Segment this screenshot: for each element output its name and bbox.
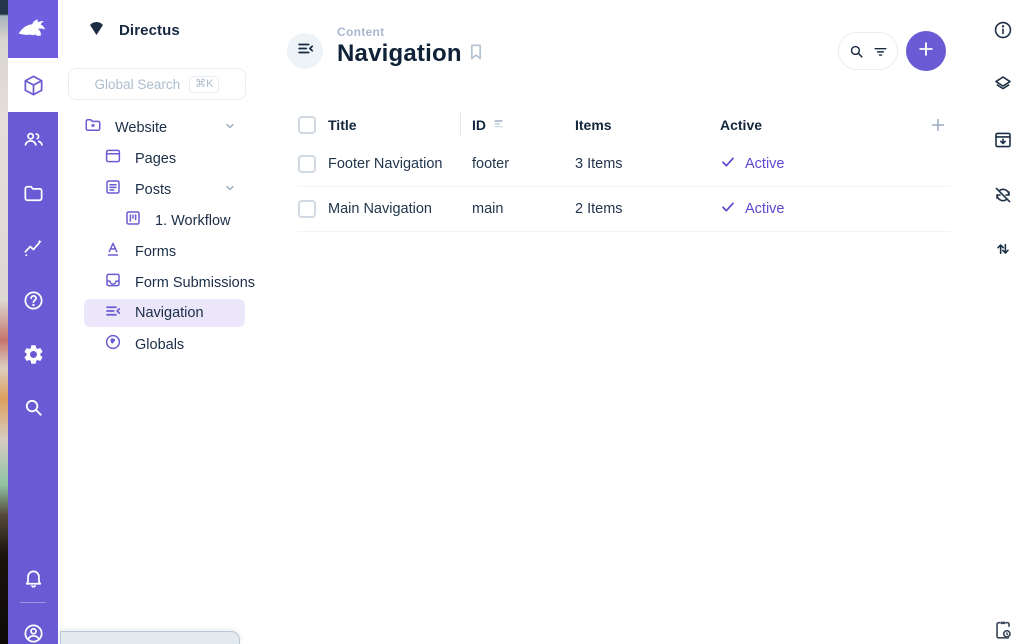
page-heading: Content Navigation	[337, 25, 462, 68]
row-checkbox[interactable]	[298, 155, 316, 173]
check-icon	[720, 154, 736, 175]
layers-icon[interactable]	[993, 74, 1014, 95]
module-files[interactable]	[8, 166, 58, 220]
cell-active: Active	[720, 199, 920, 220]
items-table: Title ID Items Active	[298, 108, 950, 232]
module-bar-divider	[20, 602, 46, 603]
chevron-down-icon[interactable]	[224, 119, 236, 137]
nav-sidebar: Directus Global Search ⌘K Website	[58, 0, 280, 644]
page-title: Navigation	[337, 40, 462, 68]
module-settings[interactable]	[8, 327, 58, 381]
tree-item-forms[interactable]: Forms	[84, 236, 245, 267]
main-content: Content Navigation	[280, 0, 978, 644]
column-header-items[interactable]: Items	[575, 117, 720, 133]
sync-disabled-icon[interactable]	[993, 185, 1014, 206]
tree-item-pages[interactable]: Pages	[84, 143, 245, 174]
directus-app-window: Directus Global Search ⌘K Website	[0, 0, 1028, 644]
filter-icon[interactable]	[872, 43, 889, 60]
collection-tree: Website Pages	[58, 112, 280, 360]
module-insights[interactable]	[8, 220, 58, 274]
cell-items: 2 Items	[575, 201, 720, 217]
cell-items: 3 Items	[575, 156, 720, 172]
tree-item-posts[interactable]: Posts	[84, 174, 245, 205]
archive-download-icon[interactable]	[993, 130, 1014, 151]
swap-vert-icon[interactable]	[993, 239, 1014, 260]
menu-open-icon	[296, 39, 315, 63]
tree-item-navigation[interactable]: Navigation	[84, 299, 245, 327]
users-icon	[22, 128, 45, 151]
help-icon	[22, 289, 45, 312]
project-name: Directus	[119, 22, 180, 39]
chevron-down-icon[interactable]	[224, 181, 236, 199]
info-icon[interactable]	[993, 20, 1014, 41]
cell-title: Footer Navigation	[328, 156, 472, 172]
module-help[interactable]	[8, 273, 58, 327]
module-bar	[8, 0, 58, 644]
global-search-box[interactable]: Global Search ⌘K	[68, 68, 246, 100]
inbox-icon	[104, 271, 122, 294]
select-all-checkbox[interactable]	[298, 116, 316, 134]
collection-icon-button[interactable]	[287, 33, 323, 69]
clipboard-clock-icon[interactable]	[992, 619, 1014, 641]
account-button[interactable]	[8, 606, 58, 644]
column-header-active[interactable]: Active	[720, 117, 920, 133]
module-users[interactable]	[8, 112, 58, 166]
cell-active: Active	[720, 154, 920, 175]
add-column-button[interactable]	[920, 115, 950, 135]
check-icon	[720, 199, 736, 220]
search-filter-pill	[838, 32, 898, 70]
search-icon[interactable]	[848, 43, 865, 60]
table-row-footer-navigation[interactable]: Footer Navigation footer 3 Items Active	[298, 142, 950, 187]
window-icon	[104, 147, 122, 170]
box-icon	[22, 74, 45, 97]
breadcrumb-module: Content	[337, 25, 462, 39]
folder-star-icon	[84, 116, 102, 139]
project-header[interactable]: Directus	[58, 0, 280, 60]
table-row-main-navigation[interactable]: Main Navigation main 2 Items Active	[298, 187, 950, 232]
row-checkbox[interactable]	[298, 200, 316, 218]
bell-icon	[22, 567, 45, 590]
article-icon	[104, 178, 122, 201]
column-header-title[interactable]: Title	[328, 117, 472, 133]
letter-a-icon	[104, 240, 122, 263]
gear-icon	[22, 343, 45, 366]
column-header-id[interactable]: ID	[472, 116, 575, 134]
tree-item-website[interactable]: Website	[84, 112, 245, 143]
module-content[interactable]	[8, 58, 58, 112]
plus-icon	[916, 39, 936, 64]
account-circle-icon	[22, 622, 45, 644]
column-resize-divider[interactable]	[460, 112, 461, 137]
menu-open-icon	[104, 302, 122, 325]
cell-id: footer	[472, 156, 575, 172]
tree-item-form-submissions[interactable]: Form Submissions	[84, 267, 245, 298]
cell-title: Main Navigation	[328, 201, 472, 217]
desktop-background-sliver	[0, 0, 8, 644]
directus-rabbit-logo-icon	[14, 8, 52, 51]
insights-icon	[22, 236, 45, 259]
table-header-row: Title ID Items Active	[298, 108, 950, 142]
global-search-placeholder: Global Search	[95, 77, 181, 92]
tree-item-globals[interactable]: Globals	[84, 329, 245, 360]
add-item-button[interactable]	[906, 31, 946, 71]
notifications-button[interactable]	[8, 551, 58, 605]
directus-logo-button[interactable]	[8, 0, 58, 58]
bookmark-icon[interactable]	[466, 42, 486, 67]
module-search[interactable]	[8, 380, 58, 434]
cell-id: main	[472, 201, 575, 217]
right-sidebar	[978, 0, 1028, 644]
search-icon	[22, 396, 45, 419]
kanban-icon	[124, 209, 142, 232]
folder-icon	[22, 182, 45, 205]
sort-indicator-icon	[492, 116, 507, 134]
browser-status-tooltip	[60, 631, 240, 644]
tree-item-workflow[interactable]: 1. Workflow	[84, 205, 245, 236]
globe-icon	[104, 333, 122, 356]
search-shortcut-badge: ⌘K	[189, 76, 219, 93]
gem-icon	[86, 17, 107, 43]
